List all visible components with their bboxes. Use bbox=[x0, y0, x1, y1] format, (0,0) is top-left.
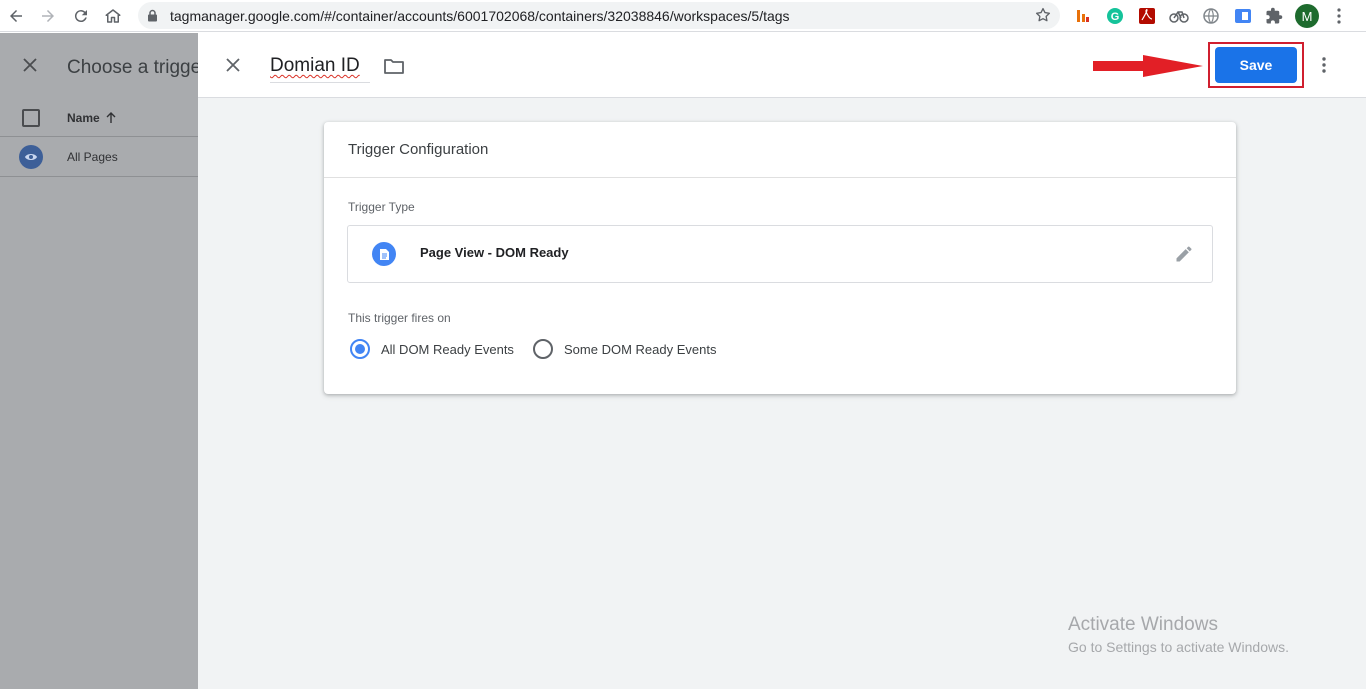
radio-button-checked[interactable] bbox=[350, 339, 370, 359]
radio-some-dom-ready-events[interactable]: Some DOM Ready Events bbox=[533, 339, 716, 359]
more-options-icon[interactable] bbox=[1312, 53, 1336, 77]
trigger-row-label: All Pages bbox=[67, 150, 118, 164]
page-view-icon bbox=[372, 242, 396, 266]
name-column-label: Name bbox=[67, 111, 100, 125]
window-icon[interactable] bbox=[1232, 5, 1254, 27]
trigger-chooser-panel: Choose a trigger Name All Pages bbox=[0, 33, 198, 689]
watermark-line-1: Activate Windows bbox=[1068, 614, 1218, 635]
trigger-type-value: Page View - DOM Ready bbox=[420, 245, 569, 260]
trigger-editor-header: Domian ID Save bbox=[198, 33, 1366, 98]
trigger-chooser-title: Choose a trigger bbox=[67, 57, 198, 78]
radio-all-dom-ready-events[interactable]: All DOM Ready Events bbox=[350, 339, 514, 359]
reload-icon[interactable] bbox=[69, 4, 93, 28]
address-bar[interactable]: tagmanager.google.com/#/container/accoun… bbox=[138, 2, 1060, 29]
select-all-checkbox[interactable] bbox=[22, 109, 40, 127]
fires-on-label: This trigger fires on bbox=[348, 311, 451, 325]
home-icon[interactable] bbox=[101, 4, 125, 28]
puzzle-icon[interactable] bbox=[1263, 5, 1285, 27]
url-text: tagmanager.google.com/#/container/accoun… bbox=[170, 8, 790, 24]
trigger-table-header: Name bbox=[0, 99, 198, 137]
trigger-chooser-header: Choose a trigger bbox=[0, 33, 198, 99]
pencil-icon[interactable] bbox=[1174, 244, 1194, 269]
name-column-header[interactable]: Name bbox=[67, 111, 116, 125]
watermark-line-2: Go to Settings to activate Windows. bbox=[1068, 639, 1289, 655]
forward-icon[interactable] bbox=[36, 4, 60, 28]
card-divider bbox=[324, 177, 1236, 178]
trigger-configuration-card: Trigger Configuration Trigger Type Page … bbox=[324, 122, 1236, 394]
folder-icon[interactable] bbox=[383, 56, 405, 81]
pdf-icon[interactable] bbox=[1136, 5, 1158, 27]
trigger-editor-sheet: Domian ID Save Trigger Configuration Tri… bbox=[198, 33, 1366, 689]
save-button[interactable]: Save bbox=[1215, 47, 1297, 83]
lock-icon bbox=[147, 9, 158, 27]
annotation-arrow-icon bbox=[1093, 55, 1203, 77]
close-icon[interactable] bbox=[20, 55, 40, 80]
bar-chart-extension-icon[interactable] bbox=[1072, 5, 1094, 27]
radio-button-unchecked[interactable] bbox=[533, 339, 553, 359]
radio-label: Some DOM Ready Events bbox=[564, 341, 717, 357]
trigger-type-selector[interactable]: Page View - DOM Ready bbox=[347, 225, 1213, 283]
close-icon[interactable] bbox=[222, 54, 244, 81]
grammarly-icon[interactable]: G bbox=[1104, 5, 1126, 27]
kebab-menu-icon[interactable] bbox=[1328, 5, 1350, 27]
trigger-name-text: Domian ID bbox=[270, 55, 360, 76]
browser-toolbar: tagmanager.google.com/#/container/accoun… bbox=[0, 0, 1366, 32]
svg-text:G: G bbox=[1111, 11, 1120, 23]
bookmark-star-icon[interactable] bbox=[1034, 6, 1052, 29]
globe-icon[interactable] bbox=[1200, 5, 1222, 27]
activate-windows-watermark: Activate Windows Go to Settings to activ… bbox=[1068, 614, 1289, 655]
card-title: Trigger Configuration bbox=[348, 141, 489, 158]
profile-initial: M bbox=[1301, 8, 1313, 24]
bike-icon[interactable] bbox=[1168, 5, 1190, 27]
sort-up-arrow-icon bbox=[106, 112, 116, 123]
eye-icon bbox=[19, 145, 43, 169]
profile-avatar[interactable]: M bbox=[1295, 4, 1319, 28]
trigger-row[interactable]: All Pages bbox=[0, 137, 198, 177]
trigger-type-label: Trigger Type bbox=[348, 200, 415, 214]
trigger-name-input[interactable]: Domian ID bbox=[270, 55, 370, 83]
radio-label: All DOM Ready Events bbox=[381, 341, 514, 357]
back-icon[interactable] bbox=[4, 4, 28, 28]
